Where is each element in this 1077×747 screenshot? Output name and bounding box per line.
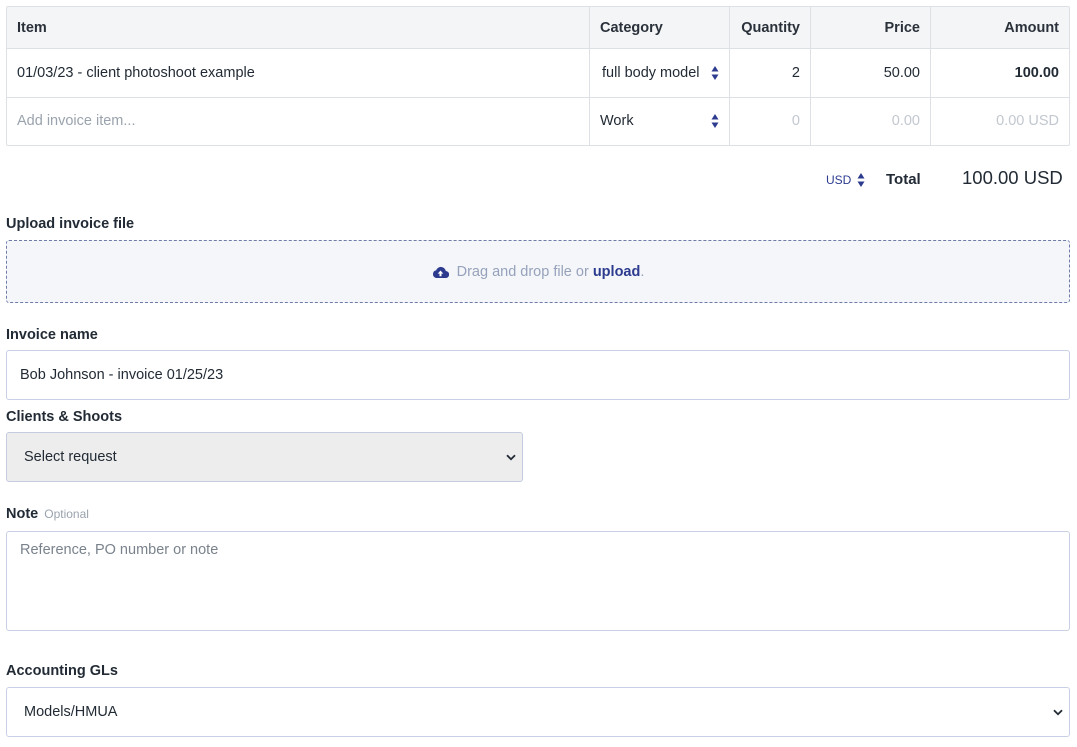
optional-tag: Optional [44, 507, 89, 521]
new-item-category-select[interactable]: Work [589, 97, 729, 145]
upload-suffix: . [640, 263, 645, 280]
new-item-quantity-input[interactable]: 0 [729, 97, 810, 145]
currency-select[interactable]: USD [826, 173, 851, 187]
item-description-input[interactable]: 01/03/23 - client photoshoot example [7, 48, 589, 97]
column-header-category: Category [589, 7, 729, 48]
amount-value: 100.00 [930, 48, 1069, 97]
add-invoice-item-input[interactable]: Add invoice item... [7, 97, 589, 145]
quantity-input[interactable]: 2 [729, 48, 810, 97]
upload-label: Upload invoice file [6, 216, 135, 232]
note-label: Note [6, 506, 39, 522]
new-item-price-input[interactable]: 0.00 [810, 97, 930, 145]
table-header-row: Item Category Quantity Price Amount [7, 7, 1069, 49]
accounting-gls-select[interactable]: Models/HMUA [6, 687, 1070, 737]
column-header-price: Price [810, 7, 930, 48]
cloud-upload-icon [432, 266, 449, 278]
category-value: full body model [602, 64, 700, 81]
clients-shoots-label: Clients & Shoots [6, 409, 123, 425]
file-dropzone[interactable]: Drag and drop file or upload. [6, 240, 1070, 303]
up-down-arrows-icon[interactable] [857, 172, 865, 188]
chevron-down-icon [506, 454, 516, 461]
new-item-row: Add invoice item... Work 0 0.00 0.00 USD [7, 97, 1069, 145]
clients-shoots-value: Select request [24, 449, 117, 465]
up-down-arrows-icon [711, 65, 719, 80]
note-textarea[interactable]: Reference, PO number or note [6, 531, 1070, 631]
column-header-amount: Amount [930, 7, 1069, 48]
invoice-name-label: Invoice name [6, 327, 98, 343]
accounting-gls-value: Models/HMUA [24, 704, 118, 720]
category-value: Work [600, 113, 634, 129]
upload-prompt: Drag and drop file or [456, 263, 589, 280]
invoice-items-table: Item Category Quantity Price Amount 01/0… [6, 6, 1070, 146]
new-item-amount-value: 0.00 USD [930, 97, 1069, 145]
up-down-arrows-icon [711, 114, 719, 128]
clients-shoots-select[interactable]: Select request [6, 432, 523, 482]
upload-link[interactable]: upload [593, 264, 641, 280]
category-select[interactable]: full body model [589, 48, 729, 97]
total-label: Total [886, 171, 921, 188]
total-value: 100.00 USD [962, 167, 1063, 188]
column-header-quantity: Quantity [729, 7, 810, 48]
column-header-item: Item [17, 19, 47, 36]
chevron-down-icon [1053, 709, 1063, 716]
accounting-gls-label: Accounting GLs [6, 663, 118, 679]
table-row: 01/03/23 - client photoshoot example ful… [7, 48, 1069, 98]
note-label-group: Note Optional [6, 506, 89, 522]
invoice-name-input[interactable]: Bob Johnson - invoice 01/25/23 [6, 350, 1070, 400]
price-input[interactable]: 50.00 [810, 48, 930, 97]
